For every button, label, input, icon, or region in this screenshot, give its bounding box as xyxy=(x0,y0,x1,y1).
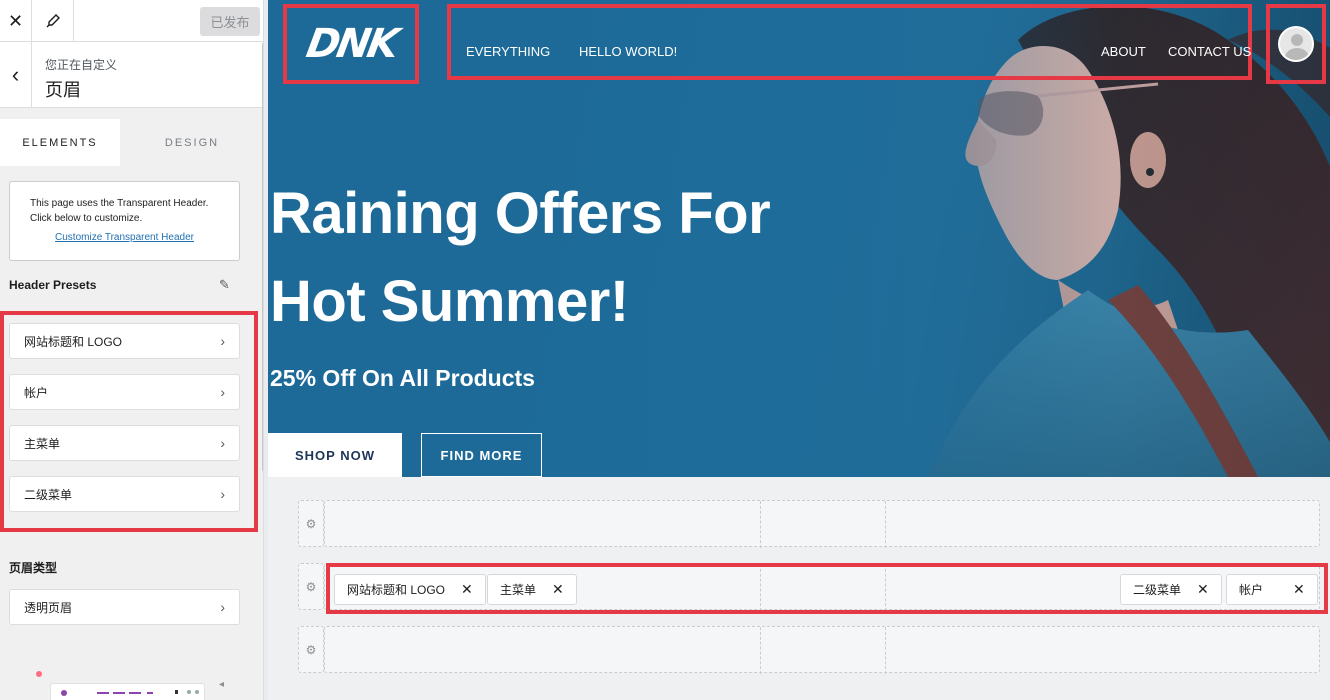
nav-link-about[interactable]: ABOUT xyxy=(1101,44,1146,59)
customizer-sidebar: ✕ 已发布 ‹ 您正在自定义 页眉 ELEMENTS DESIGN This p… xyxy=(0,0,264,700)
sidebar-item-transparent-header[interactable]: 透明页眉 › xyxy=(9,589,240,625)
builder-row-body[interactable]: 网站标题和 LOGO ✕ 主菜单 ✕ 二级菜单 ✕ 帐户 ✕ xyxy=(324,563,1320,611)
chevron-left-icon[interactable]: ‹ xyxy=(0,42,32,108)
sidebar-item-label: 二级菜单 xyxy=(24,487,73,502)
builder-row-body[interactable] xyxy=(324,626,1320,674)
builder-row-top: ⚙ xyxy=(298,500,1320,548)
nav-link-everything[interactable]: EVERYTHING xyxy=(466,44,550,59)
header-presets-title: Header Presets xyxy=(9,278,97,292)
sidebar-item-account[interactable]: 帐户 › xyxy=(9,374,240,410)
main-navigation: EVERYTHING HELLO WORLD! ABOUT CONTACT US xyxy=(447,4,1252,80)
hero-heading: Raining Offers For Hot Summer! xyxy=(270,170,771,346)
chevron-right-icon: › xyxy=(220,599,225,615)
page-title: 页眉 xyxy=(45,80,81,100)
sidebar-item-secondary-menu[interactable]: 二级菜单 › xyxy=(9,476,240,512)
close-icon[interactable]: ✕ xyxy=(1293,581,1305,598)
builder-row-bottom: ⚙ xyxy=(298,626,1320,674)
sidebar-item-label: 网站标题和 LOGO xyxy=(24,334,123,349)
hero-heading-line-1: Raining Offers For xyxy=(270,181,771,246)
builder-chip-primary-menu[interactable]: 主菜单 ✕ xyxy=(487,574,577,605)
header-preset-thumbnail[interactable] xyxy=(50,683,205,700)
site-logo[interactable]: DNK xyxy=(283,4,419,84)
close-icon[interactable]: ✕ xyxy=(552,581,564,598)
chevron-right-icon: › xyxy=(220,384,225,400)
sidebar-item-primary-menu[interactable]: 主菜单 › xyxy=(9,425,240,461)
close-icon[interactable]: ✕ xyxy=(461,581,473,598)
builder-row-main: ⚙ 网站标题和 LOGO ✕ 主菜单 ✕ 二级菜单 ✕ 帐户 ✕ xyxy=(298,563,1320,611)
sidebar-scrollbar[interactable] xyxy=(262,42,263,472)
notice-text: This page uses the Transparent Header. C… xyxy=(30,198,209,224)
shop-now-button[interactable]: SHOP NOW xyxy=(268,433,402,477)
header-type-title: 页眉类型 xyxy=(9,561,58,575)
transparent-header-notice: This page uses the Transparent Header. C… xyxy=(9,181,240,261)
panel-tabs: ELEMENTS DESIGN xyxy=(0,119,263,166)
gear-icon[interactable]: ⚙ xyxy=(298,500,324,547)
chevron-right-icon: › xyxy=(220,486,225,502)
tab-elements[interactable]: ELEMENTS xyxy=(0,119,120,166)
chip-label: 帐户 xyxy=(1239,583,1264,597)
avatar[interactable] xyxy=(1278,26,1314,62)
brush-icon[interactable] xyxy=(32,0,74,42)
collapse-arrow-icon[interactable]: ◂ xyxy=(219,679,224,690)
sidebar-item-label: 帐户 xyxy=(24,385,49,400)
chevron-right-icon: › xyxy=(220,333,225,349)
breadcrumb: ‹ 您正在自定义 页眉 xyxy=(0,42,263,108)
crumb-subtitle: 您正在自定义 xyxy=(45,58,118,72)
pencil-icon[interactable]: ✎ xyxy=(219,277,230,293)
chip-label: 主菜单 xyxy=(500,583,537,597)
builder-row-body[interactable] xyxy=(324,500,1320,548)
close-icon[interactable]: ✕ xyxy=(1197,581,1209,598)
account-area xyxy=(1266,4,1326,84)
nav-link-contact-us[interactable]: CONTACT US xyxy=(1168,44,1251,59)
hero-subheading: 25% Off On All Products xyxy=(270,365,535,391)
chevron-right-icon: › xyxy=(220,435,225,451)
preview-dot xyxy=(36,671,42,677)
chip-label: 网站标题和 LOGO xyxy=(347,583,446,597)
builder-chip-account[interactable]: 帐户 ✕ xyxy=(1226,574,1318,605)
nav-link-hello-world[interactable]: HELLO WORLD! xyxy=(579,44,677,59)
gear-icon[interactable]: ⚙ xyxy=(298,563,324,610)
builder-chip-secondary-menu[interactable]: 二级菜单 ✕ xyxy=(1120,574,1222,605)
find-more-button[interactable]: FIND MORE xyxy=(421,433,542,477)
sidebar-item-label: 透明页眉 xyxy=(24,600,73,615)
chip-label: 二级菜单 xyxy=(1133,583,1182,597)
customize-transparent-header-link[interactable]: Customize Transparent Header xyxy=(30,230,219,245)
customizer-topbar: ✕ 已发布 xyxy=(0,0,263,42)
tab-design[interactable]: DESIGN xyxy=(120,119,263,166)
sidebar-item-label: 主菜单 xyxy=(24,436,61,451)
hero-heading-line-2: Hot Summer! xyxy=(270,269,629,334)
close-icon[interactable]: ✕ xyxy=(0,0,32,42)
sidebar-item-site-title-logo[interactable]: 网站标题和 LOGO › xyxy=(9,323,240,359)
gear-icon[interactable]: ⚙ xyxy=(298,626,324,673)
publish-button[interactable]: 已发布 xyxy=(200,7,260,36)
builder-chip-site-title-logo[interactable]: 网站标题和 LOGO ✕ xyxy=(334,574,486,605)
